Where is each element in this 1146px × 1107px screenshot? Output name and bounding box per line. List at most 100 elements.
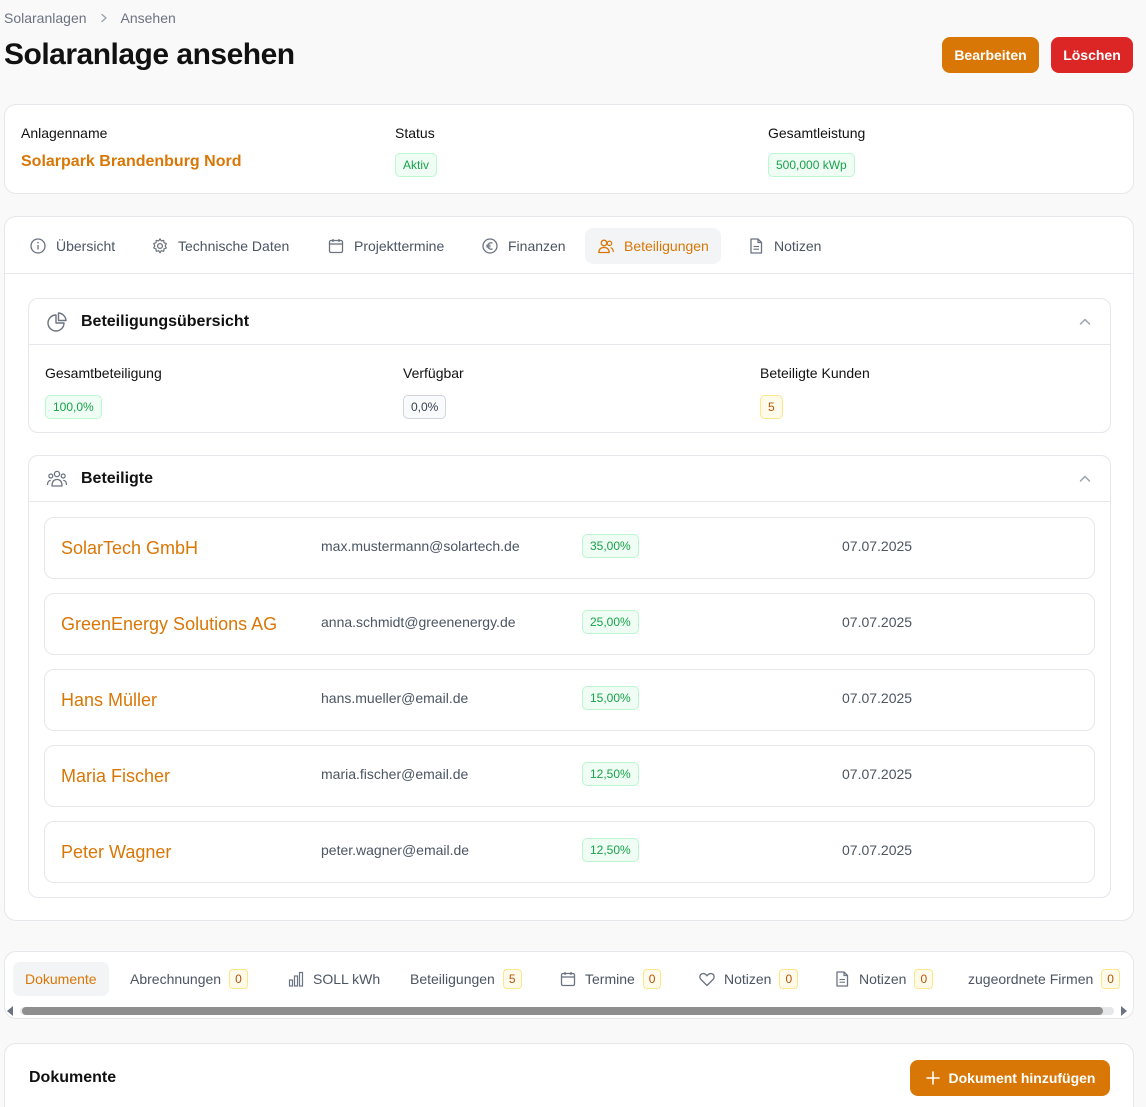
breadcrumb-link-solaranlagen[interactable]: Solaranlagen: [4, 10, 87, 26]
count-badge: 0: [1101, 969, 1120, 989]
subtab-soll-kwh[interactable]: SOLL kWh: [275, 962, 392, 996]
participant-name[interactable]: Maria Fischer: [61, 766, 170, 787]
tab-projekttermine[interactable]: Projekttermine: [315, 228, 456, 264]
participant-name[interactable]: SolarTech GmbH: [61, 538, 198, 559]
tab-label: Finanzen: [508, 238, 566, 254]
tab-label: Projekttermine: [354, 238, 445, 254]
count-badge: 0: [642, 969, 662, 989]
subtab-termine[interactable]: Termine 0: [547, 962, 673, 996]
participants-header[interactable]: Beteiligte: [29, 456, 1110, 502]
chevron-up-icon[interactable]: [1078, 472, 1092, 486]
users-icon: [598, 239, 614, 254]
total-power-field: Gesamtleistung 500,000 kWp: [768, 125, 865, 177]
participant-name[interactable]: Hans Müller: [61, 690, 157, 711]
participant-email: hans.mueller@email.de: [321, 690, 469, 706]
participation-overview-panel: Beteiligungsübersicht Gesamtbeteiligung …: [28, 298, 1111, 433]
details-card: Übersicht Technische Daten Projekttermin…: [4, 216, 1134, 921]
tab-beteiligungen[interactable]: Beteiligungen: [585, 228, 721, 264]
subtab-notizen-favoriten[interactable]: Notizen 0: [686, 962, 810, 996]
participant-date: 07.07.2025: [842, 842, 913, 858]
participant-share-badge: 12,50%: [582, 838, 639, 862]
add-document-label: Dokument hinzufügen: [948, 1070, 1096, 1086]
subtab-zugeordnete-firmen[interactable]: zugeordnete Firmen 0: [956, 962, 1132, 996]
participant-email: peter.wagner@email.de: [321, 842, 470, 858]
available-stat: Verfügbar 0,0%: [403, 365, 464, 419]
subtab-label: Notizen: [859, 971, 907, 987]
total-power-label: Gesamtleistung: [768, 125, 866, 141]
participant-name[interactable]: GreenEnergy Solutions AG: [61, 614, 277, 635]
participant-date: 07.07.2025: [842, 538, 913, 554]
horizontal-scrollbar[interactable]: [4, 1004, 1130, 1018]
chevron-up-icon[interactable]: [1078, 315, 1092, 329]
available-label: Verfügbar: [403, 365, 464, 381]
count-badge: 5: [502, 969, 522, 989]
participant-row[interactable]: Peter Wagner peter.wagner@email.de 12,50…: [44, 821, 1095, 883]
delete-button[interactable]: Löschen: [1051, 37, 1133, 73]
participant-email: maria.fischer@email.de: [321, 766, 469, 782]
total-participation-badge: 100,0%: [45, 395, 102, 419]
subtab-abrechnungen[interactable]: Abrechnungen 0: [118, 962, 260, 996]
participant-share-badge: 35,00%: [582, 534, 639, 558]
status-badge: Aktiv: [395, 153, 438, 177]
subtab-label: zugeordnete Firmen: [968, 971, 1094, 987]
tab-label: Notizen: [774, 238, 822, 254]
participant-name[interactable]: Peter Wagner: [61, 842, 171, 863]
heart-icon: [699, 972, 715, 987]
participant-row[interactable]: Maria Fischer maria.fischer@email.de 12,…: [44, 745, 1095, 807]
customers-stat: Beteiligte Kunden 5: [760, 365, 870, 419]
customers-badge: 5: [760, 395, 783, 419]
subtab-label: Notizen: [724, 971, 772, 987]
participant-email: anna.schmidt@greenenergy.de: [321, 614, 516, 630]
status-field: Status Aktiv: [395, 125, 438, 177]
documents-card: Dokumente Dokument hinzufügen: [4, 1043, 1134, 1107]
participant-share-badge: 15,00%: [582, 686, 639, 710]
chevron-right-icon: [99, 13, 109, 23]
plant-info-card: Anlagenname Solarpark Brandenburg Nord S…: [4, 104, 1134, 194]
participant-date: 07.07.2025: [842, 614, 913, 630]
tab-technische-daten[interactable]: Technische Daten: [139, 228, 301, 264]
scrollbar-thumb[interactable]: [22, 1007, 1103, 1015]
plant-name-label: Anlagenname: [21, 125, 108, 141]
documents-title: Dokumente: [29, 1069, 117, 1086]
subtab-label: Abrechnungen: [130, 971, 222, 987]
detail-tabs: Übersicht Technische Daten Projekttermin…: [5, 217, 1133, 274]
gear-icon: [153, 238, 167, 254]
subtab-label: Dokumente: [25, 971, 97, 987]
tab-label: Übersicht: [56, 238, 116, 254]
participant-email: max.mustermann@solartech.de: [321, 538, 520, 554]
total-participation-label: Gesamtbeteiligung: [45, 365, 162, 381]
participation-overview-title: Beteiligungsübersicht: [81, 313, 250, 330]
total-power-badge: 500,000 kWp: [768, 153, 855, 177]
plus-icon: [925, 1071, 940, 1085]
bar-chart-icon: [288, 971, 304, 987]
tab-finanzen[interactable]: Finanzen: [469, 228, 578, 264]
participation-overview-header[interactable]: Beteiligungsübersicht: [29, 299, 1110, 345]
subtab-beteiligungen[interactable]: Beteiligungen 5: [398, 962, 534, 996]
edit-button[interactable]: Bearbeiten: [942, 37, 1039, 73]
count-badge: 0: [229, 969, 248, 989]
document-icon: [836, 971, 849, 987]
scroll-left-arrow-icon[interactable]: [7, 1006, 13, 1016]
add-document-button[interactable]: Dokument hinzufügen: [910, 1060, 1110, 1096]
tab-notizen[interactable]: Notizen: [735, 228, 833, 264]
subtab-label: Beteiligungen: [410, 971, 495, 987]
participant-share-badge: 12,50%: [582, 762, 639, 786]
page-title: Solaranlage ansehen: [4, 38, 295, 71]
pie-chart-icon: [47, 312, 67, 332]
calendar-icon: [560, 972, 576, 987]
participant-row[interactable]: SolarTech GmbH max.mustermann@solartech.…: [44, 517, 1095, 579]
participant-row[interactable]: GreenEnergy Solutions AG anna.schmidt@gr…: [44, 593, 1095, 655]
count-badge: 0: [914, 969, 934, 989]
subtab-dokumente[interactable]: Dokumente: [13, 962, 109, 996]
tab-label: Beteiligungen: [624, 238, 709, 254]
subtab-label: SOLL kWh: [313, 971, 381, 987]
subtab-notizen[interactable]: Notizen 0: [821, 962, 945, 996]
calendar-icon: [328, 239, 344, 254]
tab-uebersicht[interactable]: Übersicht: [17, 228, 127, 264]
subtab-label: Termine: [585, 971, 635, 987]
scroll-right-arrow-icon[interactable]: [1121, 1006, 1127, 1016]
participants-title: Beteiligte: [81, 470, 154, 487]
info-icon: [30, 238, 46, 254]
participant-row[interactable]: Hans Müller hans.mueller@email.de 15,00%…: [44, 669, 1095, 731]
euro-icon: [482, 238, 498, 254]
